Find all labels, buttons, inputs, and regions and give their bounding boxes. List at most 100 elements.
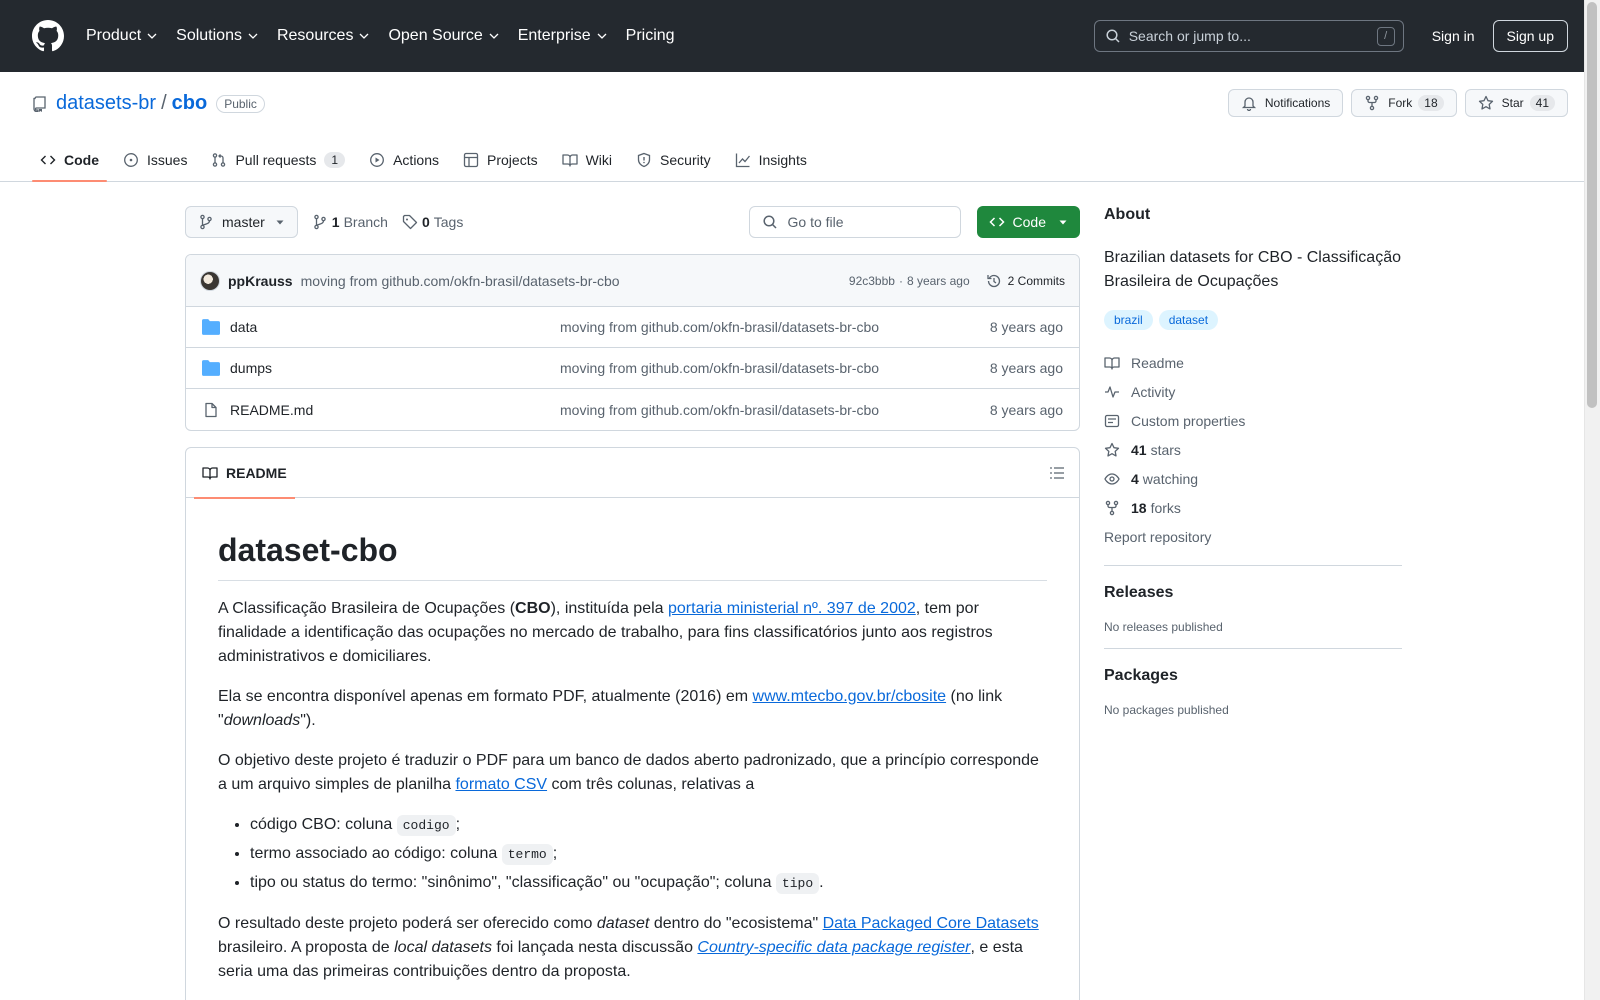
file-name-link[interactable]: README.md xyxy=(230,402,560,418)
tab-actions[interactable]: Actions xyxy=(361,140,447,180)
header-right: Search or jump to... / Sign in Sign up xyxy=(1093,20,1568,52)
list-unordered-icon[interactable] xyxy=(1049,465,1065,481)
scrollbar-thumb[interactable] xyxy=(1587,2,1597,408)
no-packages-text: No packages published xyxy=(1104,703,1229,717)
packages-heading[interactable]: Packages xyxy=(1104,667,1402,685)
csv-format-link[interactable]: formato CSV xyxy=(455,776,547,793)
nav-solutions[interactable]: Solutions xyxy=(176,27,259,45)
topic-tag[interactable]: brazil xyxy=(1104,310,1153,330)
chevron-down-icon xyxy=(147,33,157,39)
file-name-link[interactable]: data xyxy=(230,319,560,335)
readme-emphasis: local datasets xyxy=(394,939,492,956)
readme-text: código CBO: coluna xyxy=(250,816,397,833)
no-releases-text: No releases published xyxy=(1104,620,1223,634)
forks-label: forks xyxy=(1150,499,1181,516)
custom-properties-label: Custom properties xyxy=(1131,412,1246,429)
go-to-file-input[interactable]: Go to file xyxy=(748,206,961,238)
topic-tag[interactable]: dataset xyxy=(1158,310,1219,330)
mtecbo-link[interactable]: www.mtecbo.gov.br/cbosite xyxy=(753,688,947,705)
github-logo-icon[interactable] xyxy=(32,20,64,52)
readme-paragraph: A Classificação Brasileira de Ocupações … xyxy=(218,597,1047,669)
commit-hash-link[interactable]: 92c3bbb xyxy=(849,274,895,288)
commit-message-link[interactable]: moving from github.com/okfn-brasil/datas… xyxy=(301,273,620,289)
inline-code: codigo xyxy=(396,815,456,836)
code-dropdown-button[interactable]: Code xyxy=(976,206,1080,238)
commit-meta: 92c3bbb · 8 years ago 2 Commits xyxy=(849,273,1065,289)
avatar[interactable] xyxy=(200,270,220,291)
tab-issues-label: Issues xyxy=(147,152,188,168)
tab-insights[interactable]: Insights xyxy=(727,140,815,180)
star-button[interactable]: Star 41 xyxy=(1464,89,1568,117)
tab-wiki[interactable]: Wiki xyxy=(554,140,620,180)
tab-code[interactable]: Code xyxy=(32,140,107,182)
page-scrollbar[interactable] xyxy=(1584,0,1600,1000)
portaria-link[interactable]: portaria ministerial nº. 397 de 2002 xyxy=(668,600,916,617)
table-row[interactable]: README.md moving from github.com/okfn-br… xyxy=(186,389,1079,430)
table-row[interactable]: data moving from github.com/okfn-brasil/… xyxy=(186,307,1079,348)
book-icon xyxy=(561,154,578,167)
code-icon xyxy=(988,217,1005,227)
go-to-file-placeholder: Go to file xyxy=(787,214,844,230)
nav-open-source-label: Open Source xyxy=(388,27,483,44)
readme-tabbar: README xyxy=(186,448,1079,499)
file-age: 8 years ago xyxy=(989,360,1063,376)
tab-projects[interactable]: Projects xyxy=(455,140,546,180)
eye-icon xyxy=(1104,472,1120,485)
branches-link[interactable]: 1 Branch xyxy=(312,214,388,230)
nav-enterprise-label: Enterprise xyxy=(517,27,591,44)
fork-icon xyxy=(1105,500,1119,515)
nav-resources[interactable]: Resources xyxy=(277,27,370,45)
list-item: tipo ou status do termo: "sinônimo", "cl… xyxy=(250,871,1047,896)
divider xyxy=(1104,648,1402,649)
tab-readme[interactable]: README xyxy=(194,448,295,499)
search-input[interactable]: Search or jump to... / xyxy=(1093,20,1404,52)
nav-enterprise[interactable]: Enterprise xyxy=(518,27,608,45)
notifications-button[interactable]: Notifications xyxy=(1227,89,1344,117)
tags-link[interactable]: 0 Tags xyxy=(402,214,463,230)
tab-wiki-label: Wiki xyxy=(585,152,613,168)
file-commit-message[interactable]: moving from github.com/okfn-brasil/datas… xyxy=(560,360,990,376)
chevron-down-icon xyxy=(489,33,499,39)
readme-link[interactable]: Readme xyxy=(1104,348,1402,377)
nav-pricing[interactable]: Pricing xyxy=(626,27,675,45)
branch-count: 1 xyxy=(331,214,340,230)
file-name-link[interactable]: dumps xyxy=(230,360,560,376)
tab-security[interactable]: Security xyxy=(628,140,719,180)
commit-author-link[interactable]: ppKrauss xyxy=(228,273,293,289)
sign-in-link[interactable]: Sign in xyxy=(1432,28,1475,44)
search-icon xyxy=(1106,29,1120,43)
branch-name: master xyxy=(222,214,265,230)
forks-link[interactable]: 18 forks xyxy=(1104,493,1402,522)
releases-heading[interactable]: Releases xyxy=(1104,584,1402,602)
stars-link[interactable]: 41 stars xyxy=(1104,435,1402,464)
bell-icon xyxy=(1241,97,1256,111)
pull-requests-count: 1 xyxy=(324,152,346,168)
core-datasets-link[interactable]: Data Packaged Core Datasets xyxy=(823,915,1039,932)
repo-name-link[interactable]: cbo xyxy=(172,92,208,115)
inline-code: termo xyxy=(501,844,553,865)
fork-button[interactable]: Fork 18 xyxy=(1351,89,1457,117)
file-commit-message[interactable]: moving from github.com/okfn-brasil/datas… xyxy=(560,319,990,335)
notifications-label: Notifications xyxy=(1264,96,1331,110)
watching-link[interactable]: 4 watching xyxy=(1104,464,1402,493)
commit-age: 8 years ago xyxy=(906,273,970,288)
sign-up-button[interactable]: Sign up xyxy=(1492,20,1568,52)
nav-product[interactable]: Product xyxy=(86,27,158,45)
file-commit-message[interactable]: moving from github.com/okfn-brasil/datas… xyxy=(560,402,990,418)
nav-open-source[interactable]: Open Source xyxy=(388,27,499,45)
pulse-icon xyxy=(1105,385,1119,398)
about-sidebar: About Brazilian datasets for CBO - Class… xyxy=(1104,206,1402,717)
table-icon xyxy=(463,152,479,168)
report-repository-link[interactable]: Report repository xyxy=(1104,522,1402,551)
commits-history-link[interactable]: 2 Commits xyxy=(986,273,1065,289)
table-row[interactable]: dumps moving from github.com/okfn-brasil… xyxy=(186,348,1079,389)
repo-owner-link[interactable]: datasets-br xyxy=(56,92,156,115)
tab-issues[interactable]: Issues xyxy=(115,140,195,180)
activity-link[interactable]: Activity xyxy=(1104,377,1402,406)
fork-label: Fork xyxy=(1388,96,1413,110)
tab-pull-requests[interactable]: Pull requests 1 xyxy=(203,140,353,180)
branch-label: Branch xyxy=(343,214,388,230)
register-discussion-link[interactable]: Country-specific data package register xyxy=(697,939,970,956)
branch-selector[interactable]: master xyxy=(185,206,298,238)
custom-properties-link[interactable]: Custom properties xyxy=(1104,406,1402,435)
